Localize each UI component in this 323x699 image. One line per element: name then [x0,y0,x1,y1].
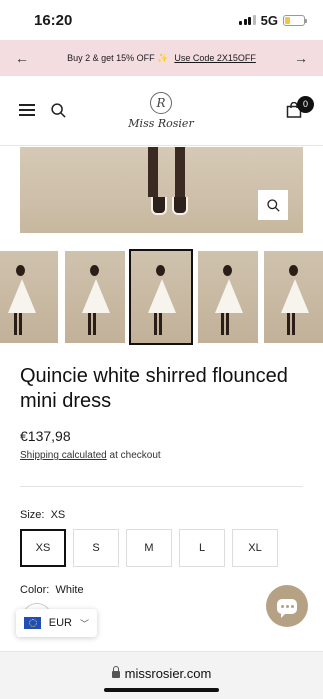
shipping-note: Shipping calculated at checkout [20,450,161,461]
size-option-l[interactable]: L [179,529,225,567]
size-option-xl[interactable]: XL [232,529,278,567]
gallery-thumbnail[interactable] [198,251,258,343]
color-label: Color: White [20,584,84,596]
gallery-thumbnail[interactable] [129,249,193,345]
hero-leg-left [148,147,158,197]
figure-head [156,265,165,276]
size-selected-value: XS [50,509,66,521]
brand-logo[interactable]: R Miss Rosier [125,92,197,130]
logo-wordmark: Miss Rosier [128,117,194,130]
figure-legs [154,313,162,335]
battery-icon [283,14,307,26]
eu-flag-icon [24,617,41,629]
status-time: 16:20 [34,11,73,29]
figure-dress [281,279,309,313]
menu-icon[interactable] [19,104,35,116]
logo-monogram: R [150,92,172,114]
figure-dress [215,279,243,313]
product-title: Quincie white shirred flounced mini dres… [20,365,288,412]
arrow-right-icon[interactable]: → [293,50,309,66]
color-label-text: Color: [20,584,50,596]
figure-dress [8,279,36,313]
figure-legs [221,313,229,335]
site-header: R Miss Rosier 0 [0,78,323,146]
promo-offer: Buy 2 & get 15% OFF ✨ [67,52,169,63]
shipping-suffix: at checkout [106,450,161,461]
figure-head [289,265,298,276]
status-bar: 16:20 5G [0,0,323,40]
hero-leg-right [175,147,185,197]
figure-dress [82,279,110,313]
size-option-xs[interactable]: XS [20,529,66,567]
zoom-button[interactable] [258,190,288,220]
arrow-left-icon[interactable]: ← [14,50,30,66]
currency-selector[interactable]: EUR ﹀ [16,609,97,637]
chat-icon [277,598,297,618]
figure-legs [88,313,96,335]
divider [20,486,303,487]
figure-legs [14,313,22,335]
figure-dress [148,279,176,313]
url-display[interactable]: missrosier.com [0,666,323,681]
network-label: 5G [260,12,278,28]
gallery-thumbnail[interactable] [264,251,323,343]
promo-text: Buy 2 & get 15% OFF ✨ Use Code 2X15OFF [67,53,256,64]
promo-banner: ← Buy 2 & get 15% OFF ✨ Use Code 2X15OFF… [0,40,323,76]
hero-shoe-right [172,197,188,215]
status-icons: 5G [239,12,307,28]
figure-head [223,265,232,276]
promo-code-link[interactable]: Use Code 2X15OFF [174,53,256,63]
size-label: Size: XS [20,509,65,521]
chat-button[interactable] [266,585,308,627]
gallery-thumbnail[interactable] [65,251,125,343]
thumbnail-strip [0,249,323,345]
cart-count-badge: 0 [297,96,314,113]
hero-shoe-left [151,197,167,215]
search-icon[interactable] [51,103,66,118]
size-option-m[interactable]: M [126,529,172,567]
gallery-thumbnail[interactable] [0,251,58,343]
figure-legs [287,313,295,335]
color-selected-value: White [55,584,84,596]
figure-head [90,265,99,276]
product-price: €137,98 [20,428,71,444]
size-label-text: Size: [20,509,45,521]
chevron-down-icon: ﹀ [79,618,89,629]
size-option-s[interactable]: S [73,529,119,567]
shipping-link[interactable]: Shipping calculated [20,450,107,461]
url-text: missrosier.com [124,666,212,681]
currency-code: EUR [48,617,72,629]
zoom-icon [266,198,280,212]
lock-icon [111,666,120,678]
home-indicator [104,688,219,692]
signal-icon [239,15,256,25]
figure-head [16,265,25,276]
